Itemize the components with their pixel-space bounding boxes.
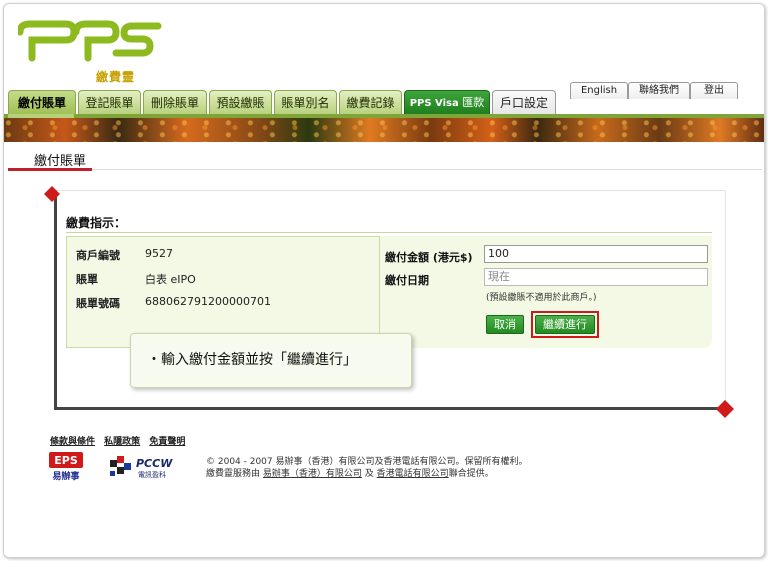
svg-text:電訊盈科: 電訊盈科 bbox=[138, 470, 166, 479]
tab-remit-label: 匯款 bbox=[462, 96, 485, 109]
continue-button[interactable]: 繼續進行 bbox=[535, 315, 595, 334]
line2-suffix: 聯合提供。 bbox=[448, 469, 494, 479]
app-window: 繳費靈 English 聯絡我們 登出 繳付賬單 登記賬單 刪除賬單 預設繳賬 … bbox=[3, 3, 765, 558]
footer-links: 條款與條件 私隱政策 免責聲明 bbox=[50, 434, 191, 447]
bill-value: 白表 eIPO bbox=[145, 273, 196, 286]
tab-pps-visa-remit[interactable]: PPS Visa 匯款 bbox=[404, 90, 490, 115]
cancel-button[interactable]: 取消 bbox=[486, 315, 524, 334]
main-nav: 繳付賬單 登記賬單 刪除賬單 預設繳賬 賬單別名 繳費記錄 PPS Visa 匯… bbox=[4, 86, 764, 116]
payment-date-label: 繳付日期 bbox=[385, 274, 429, 287]
merchant-no-value: 9527 bbox=[145, 247, 173, 260]
svg-text:PCCW: PCCW bbox=[136, 457, 173, 470]
eps-company-link[interactable]: 易辦事（香港）有限公司 bbox=[263, 469, 362, 479]
terms-link[interactable]: 條款與條件 bbox=[50, 437, 95, 447]
corner-diamond-icon bbox=[716, 400, 734, 418]
disclaimer-link[interactable]: 免責聲明 bbox=[149, 437, 185, 447]
title-underline bbox=[8, 168, 92, 171]
svg-text:EPS: EPS bbox=[54, 454, 78, 467]
tab-register-bill[interactable]: 登記賬單 bbox=[78, 90, 141, 115]
copyright-line2: 繳費靈服務由 易辦事（香港）有限公司 及 香港電話有限公司聯合提供。 bbox=[206, 468, 528, 480]
copyright-text: © 2004 - 2007 易辦事（香港）有限公司及香港電話有限公司。保留所有權… bbox=[206, 456, 528, 480]
copyright-line1: © 2004 - 2007 易辦事（香港）有限公司及香港電話有限公司。保留所有權… bbox=[206, 457, 528, 467]
eps-logo: EPS 易辦事 bbox=[49, 452, 83, 481]
tab-payment-records[interactable]: 繳費記錄 bbox=[339, 90, 402, 115]
tab-account-settings[interactable]: 戶口設定 bbox=[492, 90, 556, 115]
corner-diamond-icon bbox=[44, 186, 60, 202]
payment-date-field[interactable]: 現在 bbox=[484, 268, 708, 286]
bill-label: 賬單 bbox=[76, 273, 98, 286]
tab-pay-bill[interactable]: 繳付賬單 bbox=[8, 90, 76, 115]
merchant-no-label: 商戶編號 bbox=[76, 249, 120, 262]
privacy-link[interactable]: 私隱政策 bbox=[104, 437, 140, 447]
logo-subtitle: 繳費靈 bbox=[96, 70, 136, 84]
svg-text:易辦事: 易辦事 bbox=[52, 470, 79, 481]
pccw-logo: PCCW 電訊盈科 bbox=[110, 456, 173, 479]
instructions-divider bbox=[66, 232, 712, 233]
pps-logo[interactable]: 繳費靈 bbox=[16, 18, 178, 84]
instructions-title: 繳費指示： bbox=[66, 216, 127, 230]
bill-no-value: 688062791200000701 bbox=[145, 295, 271, 308]
tab-delete-bill[interactable]: 刪除賬單 bbox=[143, 90, 207, 115]
title-divider bbox=[92, 169, 762, 170]
tab-visa-label: PPS Visa bbox=[409, 98, 459, 109]
preset-note: (預設繳賬不適用於此商戶。) bbox=[486, 293, 597, 303]
hkt-company-link[interactable]: 香港電話有限公司 bbox=[377, 469, 449, 479]
banner-image bbox=[4, 118, 764, 142]
tab-preset-payment[interactable]: 預設繳賬 bbox=[209, 90, 272, 115]
amount-input[interactable]: 100 bbox=[484, 245, 708, 263]
amount-label: 繳付金額 (港元$) bbox=[385, 251, 473, 264]
page-title: 繳付賬單 bbox=[34, 154, 87, 169]
bill-no-label: 賬單號碼 bbox=[76, 297, 120, 310]
tab-bill-alias[interactable]: 賬單別名 bbox=[274, 90, 337, 115]
line2-prefix: 繳費靈服務由 bbox=[206, 469, 261, 479]
line2-mid: 及 bbox=[364, 469, 374, 479]
instruction-tooltip: ・輸入繳付金額並按「繼續進行」 bbox=[130, 333, 412, 388]
